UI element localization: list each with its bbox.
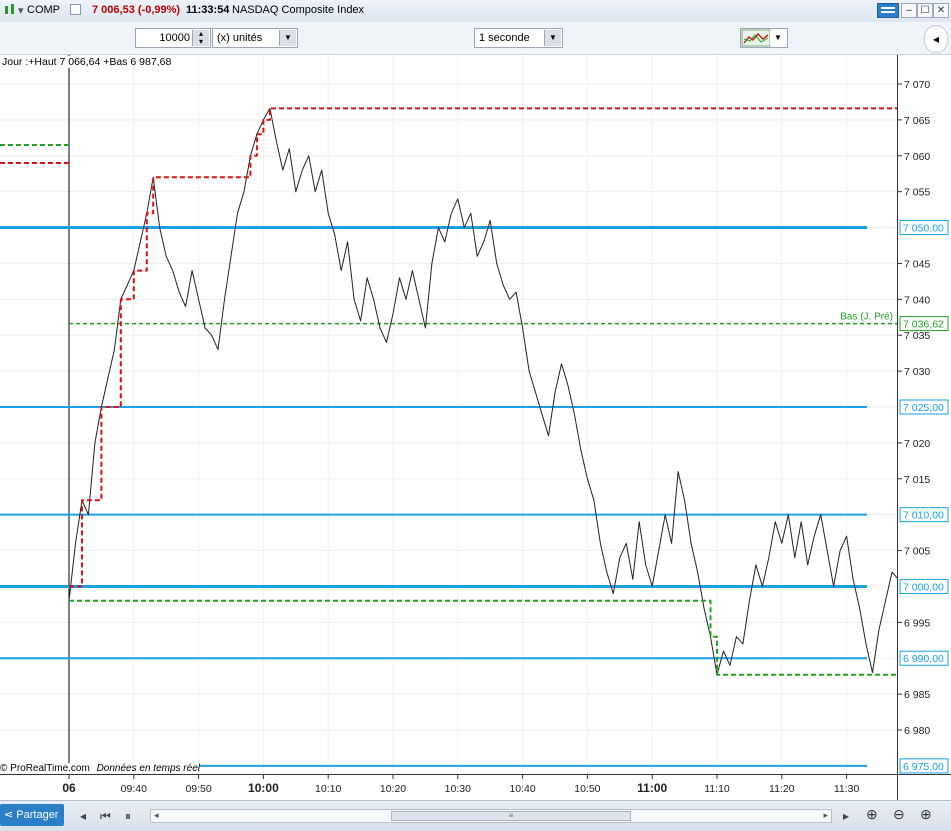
chevron-down-icon[interactable]: ▼ — [770, 30, 786, 46]
title-bar: ▾ COMP 7 006,53 (-0,99%) 11:33:54 NASDAQ… — [0, 0, 951, 23]
scroll-thumb[interactable]: ≡ — [391, 811, 631, 821]
share-label: Partager — [16, 809, 59, 821]
x-tick-label: 10:00 — [248, 781, 279, 795]
scroll-end-icon[interactable]: ▸ — [843, 809, 849, 823]
menu-icon[interactable] — [877, 3, 899, 18]
zoom-fit-icon[interactable]: ⊕ — [866, 806, 878, 823]
price-level-label: 7 036,62 — [903, 319, 944, 331]
units-label: (x) unités — [217, 32, 263, 44]
indicators-button[interactable]: ▼ — [740, 28, 788, 48]
chart-toolbar: 10000 ▴ ▾ (x) unités ▼ 1 seconde ▼ ▼ ◂ — [0, 22, 951, 55]
x-tick-label: 09:50 — [185, 783, 211, 795]
price-change: 7 006,53 (-0,99%) — [92, 4, 181, 16]
zoom-in-icon[interactable]: ⊕ — [920, 806, 932, 823]
scroll-left-fast-icon[interactable]: ⏮ — [100, 809, 111, 824]
axis-corner — [897, 774, 951, 801]
scroll-right-icon[interactable]: ▸ — [823, 810, 828, 821]
maximize-icon[interactable]: ☐ — [917, 3, 933, 18]
indicators-icon — [741, 29, 771, 47]
bottom-bar: ⋖ Partager ◂ ⏮ ⏸ ◂ ≡ ▸ ▸ ⊕ ⊖ ⊕ — [0, 800, 951, 831]
price-level-label: 6 975,00 — [903, 761, 944, 773]
y-tick-label: 7 055 — [904, 187, 930, 199]
time-axis[interactable]: 06 09:40 09:50 10:00 10:10 10:20 10:30 10:40 10:… — [0, 774, 897, 801]
chart-area[interactable]: Bas (J. Pré) Jour :+Haut 7 066,64 +Bas 6… — [0, 55, 897, 774]
close-icon[interactable]: ✕ — [933, 3, 949, 18]
x-tick-label: 10:10 — [315, 783, 341, 795]
quantity-value: 10000 — [159, 32, 190, 44]
y-tick-label: 7 065 — [904, 115, 930, 127]
credit-text: © ProRealTime.com — [0, 763, 90, 774]
interval-select[interactable]: 1 seconde ▼ — [474, 28, 563, 48]
prev-day-low-caption: Bas (J. Pré) — [840, 312, 893, 323]
minimize-icon[interactable]: – — [901, 3, 917, 18]
chart-type-icon[interactable] — [3, 3, 17, 20]
zoom-out-icon[interactable]: ⊖ — [893, 806, 905, 823]
y-tick-label: 7 070 — [904, 79, 930, 91]
footer-credit: © ProRealTime.com Données en temps réel — [0, 763, 200, 774]
y-tick-label: 7 015 — [904, 474, 930, 486]
y-tick-label: 6 985 — [904, 689, 930, 701]
units-select[interactable]: (x) unités ▼ — [212, 28, 298, 48]
y-tick-label: 7 060 — [904, 151, 930, 163]
price-level-label: 7 010,00 — [903, 510, 944, 522]
price-level-label: 6 990,00 — [903, 653, 944, 665]
y-tick-label: 6 980 — [904, 725, 930, 737]
chart-info: Jour :+Haut 7 066,64 +Bas 6 987,68 — [2, 56, 172, 68]
x-tick-label: 11:30 — [834, 783, 860, 795]
chevron-left-icon[interactable]: ◂ — [80, 809, 86, 823]
ticker-label[interactable]: COMP — [27, 4, 60, 16]
share-button[interactable]: ⋖ Partager — [0, 804, 64, 826]
scroll-left-icon[interactable]: ◂ — [154, 810, 159, 821]
horizontal-scrollbar[interactable]: ◂ ≡ ▸ — [150, 809, 832, 823]
chevron-down-icon[interactable]: ▼ — [279, 30, 296, 46]
price-level-label: 7 050,00 — [903, 223, 944, 235]
y-tick-label: 7 005 — [904, 546, 930, 558]
x-tick-label: 11:10 — [704, 783, 730, 795]
x-tick-label: 10:40 — [509, 783, 535, 795]
quantity-input[interactable]: 10000 ▴ ▾ — [135, 28, 211, 48]
clock: 11:33:54 — [186, 4, 230, 16]
y-tick-label: 7 035 — [904, 330, 930, 342]
share-icon: ⋖ — [4, 809, 14, 821]
y-tick-label: 6 995 — [904, 617, 930, 629]
side-panel-toggle-icon[interactable]: ◂ — [924, 25, 948, 53]
price-chart[interactable]: Bas (J. Pré) — [0, 55, 897, 774]
checkbox[interactable] — [70, 4, 81, 15]
series-price — [68, 107, 897, 676]
x-tick-label: 10:20 — [380, 783, 406, 795]
instrument-name: NASDAQ Composite Index — [232, 4, 365, 16]
price-level-label: 7 000,00 — [903, 581, 944, 593]
pause-icon[interactable]: ⏸ — [125, 809, 131, 824]
y-tick-label: 7 030 — [904, 366, 930, 378]
x-tick-label: 10:50 — [574, 783, 600, 795]
x-tick-label: 11:00 — [637, 781, 667, 795]
x-tick-label: 06 — [62, 781, 76, 795]
chevron-down-icon[interactable]: ▼ — [544, 30, 561, 46]
x-tick-label: 10:30 — [445, 783, 471, 795]
series-running-low — [69, 599, 897, 676]
x-tick-label: 11:20 — [769, 783, 795, 795]
y-tick-label: 7 040 — [904, 294, 930, 306]
price-level-label: 7 025,00 — [903, 402, 944, 414]
dropdown-icon[interactable]: ▾ — [18, 4, 24, 17]
x-tick-label: 09:40 — [121, 783, 147, 795]
y-tick-label: 7 020 — [904, 438, 930, 450]
y-tick-label: 7 045 — [904, 258, 930, 270]
quantity-stepper[interactable]: ▴ ▾ — [192, 30, 209, 46]
realtime-text: Données en temps réel — [96, 763, 200, 774]
price-axis[interactable]: 7 070 7 065 7 060 7 055 7 045 7 040 7 035 7 030… — [897, 55, 951, 774]
interval-label: 1 seconde — [479, 32, 530, 44]
